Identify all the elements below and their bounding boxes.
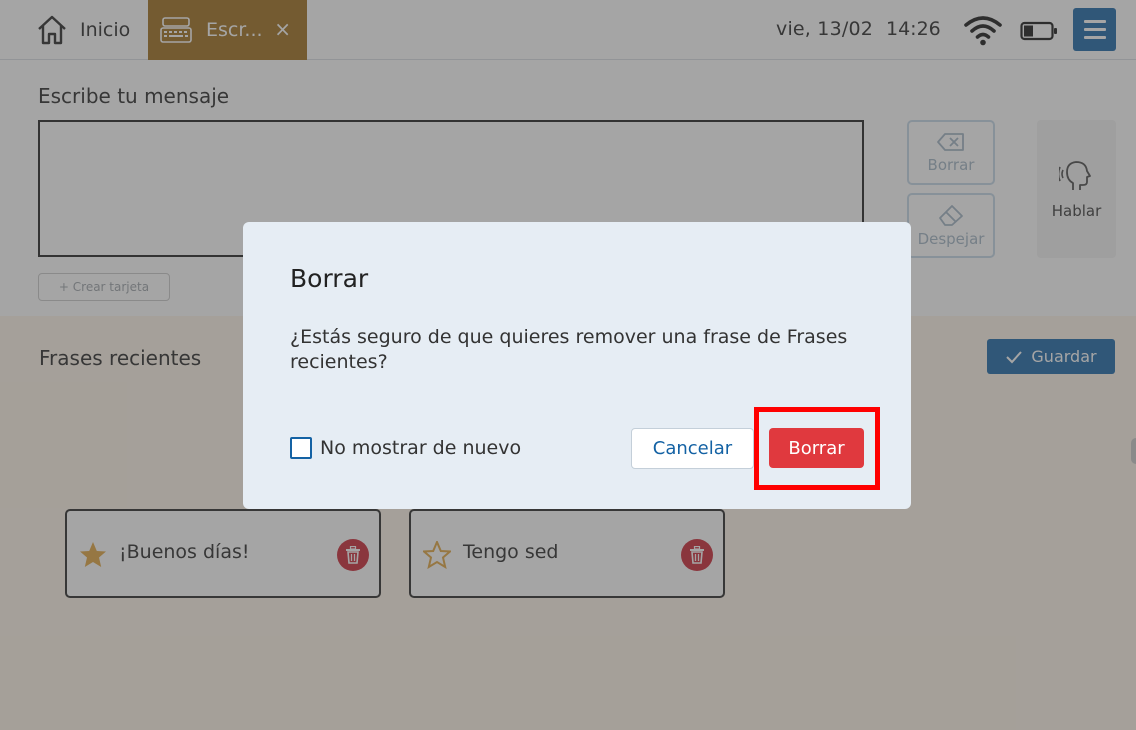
- checkbox-box[interactable]: [290, 437, 312, 459]
- dialog-title: Borrar: [290, 264, 369, 293]
- highlight-box: [754, 407, 880, 490]
- checkbox-label: No mostrar de nuevo: [320, 437, 522, 459]
- dialog-message: ¿Estás seguro de que quieres remover una…: [290, 326, 848, 373]
- side-scroll-handle[interactable]: [1131, 438, 1136, 464]
- dont-show-again-checkbox[interactable]: No mostrar de nuevo: [290, 437, 521, 459]
- cancel-button[interactable]: Cancelar: [631, 428, 754, 469]
